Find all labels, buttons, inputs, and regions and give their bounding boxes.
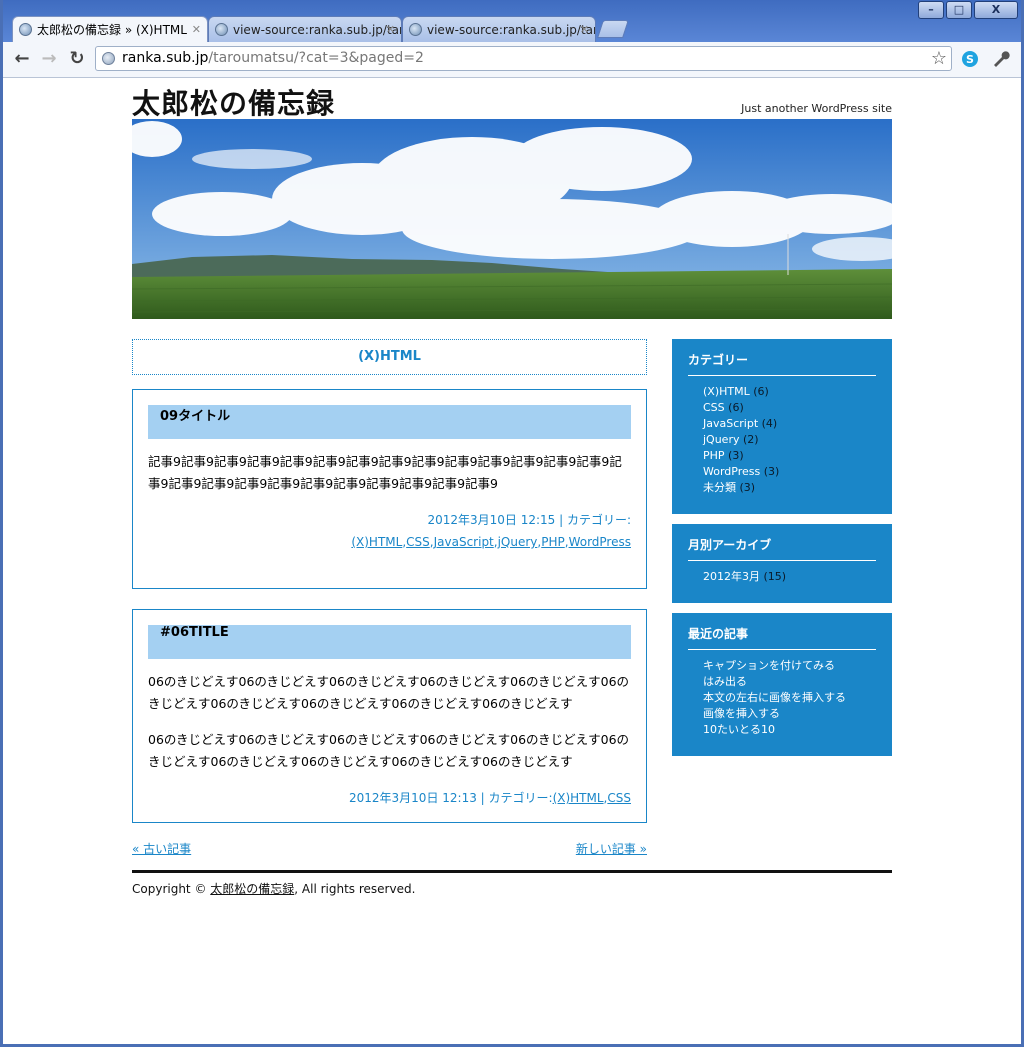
window-frame — [0, 0, 1024, 1047]
